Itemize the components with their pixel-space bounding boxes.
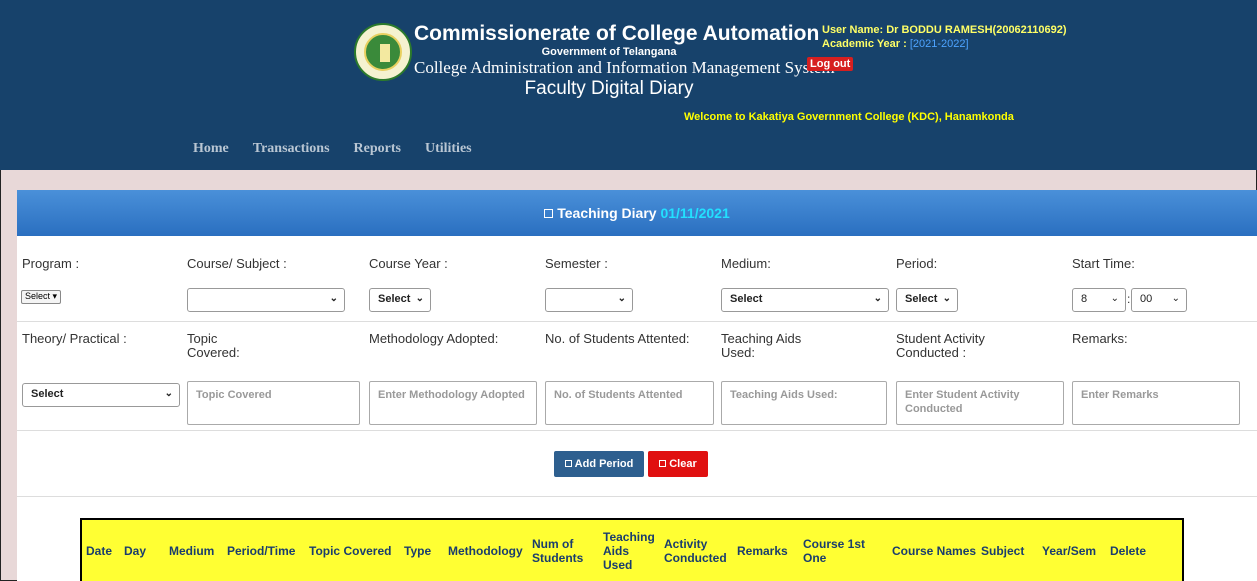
welcome-text: Welcome to Kakatiya Government College (… — [684, 111, 1014, 123]
th-type: Type — [404, 543, 432, 558]
period-select[interactable]: Select ⌄ — [896, 288, 958, 312]
logout-button[interactable]: Log out — [807, 57, 854, 71]
label-teaching-aids: Teaching Aids Used: — [721, 331, 802, 360]
th-delete: Delete — [1110, 543, 1147, 558]
teaching-aids-input[interactable]: Teaching Aids Used: — [721, 381, 887, 425]
label-theory-practical: Theory/ Practical : — [22, 331, 127, 346]
course-subject-select[interactable]: ⌄ — [187, 288, 345, 312]
teaching-diary-panel: Teaching Diary 01/11/2021 Program : Cour… — [17, 190, 1257, 581]
year-value: [2021-2022] — [909, 38, 969, 50]
hour-select[interactable]: 8 ⌄ — [1072, 288, 1126, 312]
th-course-names: Course Names — [892, 543, 977, 558]
gov-subtitle: Government of Telangana — [541, 46, 677, 58]
remarks-input[interactable]: Enter Remarks — [1072, 381, 1240, 425]
th-medium: Medium — [169, 543, 215, 558]
label-methodology: Methodology Adopted: — [369, 331, 499, 346]
th-subject: Subject — [981, 543, 1025, 558]
label-course-year: Course Year : — [369, 256, 448, 271]
th-date: Date — [86, 543, 113, 558]
program-select[interactable]: Select ▾ — [21, 290, 62, 304]
label-medium: Medium: — [721, 256, 771, 271]
methodology-input[interactable]: Enter Methodology Adopted — [369, 381, 537, 425]
main-nav: Home Transactions Reports Utilities — [193, 141, 472, 157]
user-info: User Name: Dr BODDU RAMESH(20062110692) … — [822, 23, 1067, 51]
medium-select[interactable]: Select ⌄ — [721, 288, 889, 312]
label-period: Period: — [896, 256, 938, 271]
nav-transactions[interactable]: Transactions — [253, 141, 330, 157]
th-period-time: Period/Time — [227, 543, 296, 558]
module-name: Faculty Digital Diary — [524, 78, 694, 99]
label-student-activity: Student Activity Conducted : — [896, 331, 985, 360]
telangana-emblem-logo — [354, 23, 412, 81]
nav-reports[interactable]: Reports — [354, 141, 401, 157]
label-students-attended: No. of Students Attented: — [545, 331, 690, 346]
semester-select[interactable]: ⌄ — [545, 288, 633, 312]
students-attended-input[interactable]: No. of Students Attented — [545, 381, 714, 425]
th-topic-covered: Topic Covered — [309, 543, 392, 558]
th-day: Day — [124, 543, 147, 558]
th-teaching-aids: Teaching Aids Used — [603, 529, 655, 572]
time-separator: : — [1127, 292, 1131, 306]
site-header: Commissionerate of College Automation Go… — [0, 0, 1257, 170]
clear-icon — [659, 460, 667, 467]
student-activity-input[interactable]: Enter Student Activity Conducted — [896, 381, 1064, 425]
user-label: User Name: — [822, 24, 884, 36]
th-methodology: Methodology — [448, 543, 523, 558]
course-year-select[interactable]: Select ⌄ — [369, 288, 431, 312]
diary-icon — [544, 209, 554, 218]
panel-date: 01/11/2021 — [660, 205, 730, 221]
site-title: Commissionerate of College Automation — [414, 22, 820, 45]
minute-select[interactable]: 00 ⌄ — [1131, 288, 1187, 312]
label-topic-covered: Topic Covered: — [187, 331, 240, 360]
panel-header: Teaching Diary 01/11/2021 — [17, 190, 1257, 236]
th-course-1st-one: Course 1st One — [803, 536, 866, 565]
add-icon — [564, 460, 572, 467]
nav-home[interactable]: Home — [193, 141, 229, 157]
divider — [17, 496, 1257, 497]
divider — [17, 430, 1257, 431]
theory-practical-select[interactable]: Select ⌄ — [22, 383, 180, 407]
user-name: Dr BODDU RAMESH(20062110692) — [886, 24, 1067, 36]
th-remarks: Remarks — [737, 543, 788, 558]
label-remarks: Remarks: — [1072, 331, 1128, 346]
topic-covered-input[interactable]: Topic Covered — [187, 381, 360, 425]
th-num-students: Num of Students — [532, 536, 584, 565]
year-label: Academic Year : — [822, 38, 907, 50]
nav-utilities[interactable]: Utilities — [425, 141, 472, 157]
system-name: College Administration and Information M… — [414, 58, 835, 77]
label-program: Program : — [22, 256, 80, 271]
title-block: Commissionerate of College Automation Go… — [414, 22, 835, 100]
clear-button[interactable]: Clear — [648, 451, 708, 477]
add-period-button[interactable]: Add Period — [554, 451, 644, 477]
diary-table-header: Date Day Medium Period/Time Topic Covere… — [80, 518, 1184, 581]
label-start-time: Start Time: — [1072, 256, 1135, 271]
divider — [17, 321, 1257, 322]
th-year-sem: Year/Sem — [1042, 543, 1097, 558]
label-semester: Semester : — [545, 256, 608, 271]
panel-title: Teaching Diary — [557, 205, 657, 221]
label-course-subject: Course/ Subject : — [187, 256, 287, 271]
th-activity-conducted: Activity Conducted — [664, 536, 727, 565]
